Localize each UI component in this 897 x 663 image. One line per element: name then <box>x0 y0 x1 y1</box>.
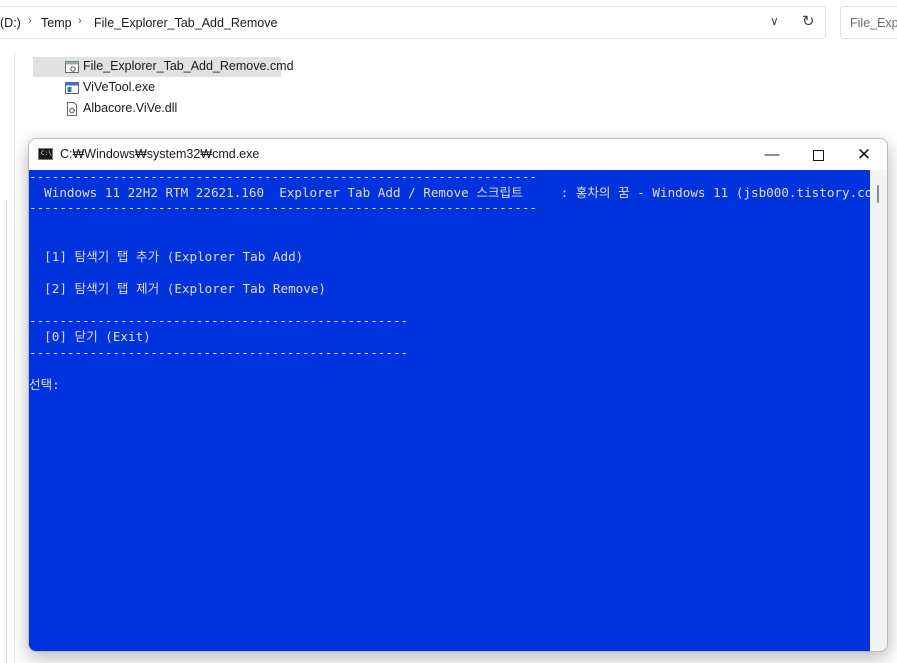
breadcrumb-temp[interactable]: Temp <box>41 16 72 30</box>
menu-option-add: [1] 탐색기 탭 추가 (Explorer Tab Add) <box>29 249 304 264</box>
file-item-dll[interactable]: Albacore.ViVe.dll <box>33 99 281 119</box>
console-prompt[interactable]: 선택: <box>29 377 60 393</box>
breadcrumb-separator: › <box>78 15 82 27</box>
file-item-cmd[interactable]: File_Explorer_Tab_Add_Remove.cmd <box>33 57 294 77</box>
address-bar[interactable]: (D:) › Temp › File_Explorer_Tab_Add_Remo… <box>0 6 826 39</box>
console-divider: ----------------------------------------… <box>29 345 409 360</box>
console-scrollbar[interactable] <box>870 170 887 651</box>
navigation-pane-scrollbar[interactable] <box>6 200 7 663</box>
file-name: ViVeTool.exe <box>83 80 156 94</box>
console-divider: ----------------------------------------… <box>29 169 537 184</box>
menu-option-remove: [2] 탐색기 탭 제거 (Explorer Tab Remove) <box>29 281 326 296</box>
dll-file-icon <box>67 102 77 116</box>
cmd-app-icon: C:\ <box>38 148 53 160</box>
console-header: Windows 11 22H2 RTM 22621.160 Explorer T… <box>29 185 888 200</box>
search-placeholder[interactable]: File_Explorer_Tab_Add_Remove <box>850 16 897 30</box>
exe-file-icon <box>65 82 79 94</box>
console-divider: ----------------------------------------… <box>29 313 409 328</box>
cmd-file-icon <box>65 61 79 73</box>
window-title: C:₩Windows₩system32₩cmd.exe <box>60 147 260 161</box>
maximize-button[interactable] <box>795 139 841 170</box>
search-box[interactable]: File_Explorer_Tab_Add_Remove <box>840 6 897 39</box>
console-output[interactable]: ----------------------------------------… <box>29 169 887 651</box>
minimize-button[interactable]: — <box>749 139 795 170</box>
menu-option-exit: [0] 닫기 (Exit) <box>29 329 151 344</box>
cmd-window[interactable]: C:\ C:₩Windows₩system32₩cmd.exe — ✕ ----… <box>28 138 888 652</box>
breadcrumb-drive[interactable]: (D:) <box>0 16 21 30</box>
chevron-down-icon[interactable]: ∨ <box>770 14 779 28</box>
cmd-app-icon-label: C:\ <box>41 150 52 157</box>
breadcrumb-folder[interactable]: File_Explorer_Tab_Add_Remove <box>94 16 277 30</box>
minimize-icon: — <box>764 146 780 163</box>
close-button[interactable]: ✕ <box>841 139 887 170</box>
file-name: Albacore.ViVe.dll <box>83 101 178 115</box>
close-icon: ✕ <box>856 145 872 164</box>
breadcrumb-separator: › <box>28 15 32 27</box>
console-divider: ----------------------------------------… <box>29 200 537 215</box>
file-name: File_Explorer_Tab_Add_Remove.cmd <box>83 59 294 73</box>
navigation-pane-divider <box>14 52 15 663</box>
cmd-titlebar[interactable]: C:\ C:₩Windows₩system32₩cmd.exe — ✕ <box>29 139 887 170</box>
scrollbar-thumb[interactable] <box>877 185 879 203</box>
file-item-exe[interactable]: ViVeTool.exe <box>33 78 281 98</box>
maximize-icon <box>812 149 824 161</box>
refresh-icon[interactable]: ↻ <box>802 12 815 30</box>
